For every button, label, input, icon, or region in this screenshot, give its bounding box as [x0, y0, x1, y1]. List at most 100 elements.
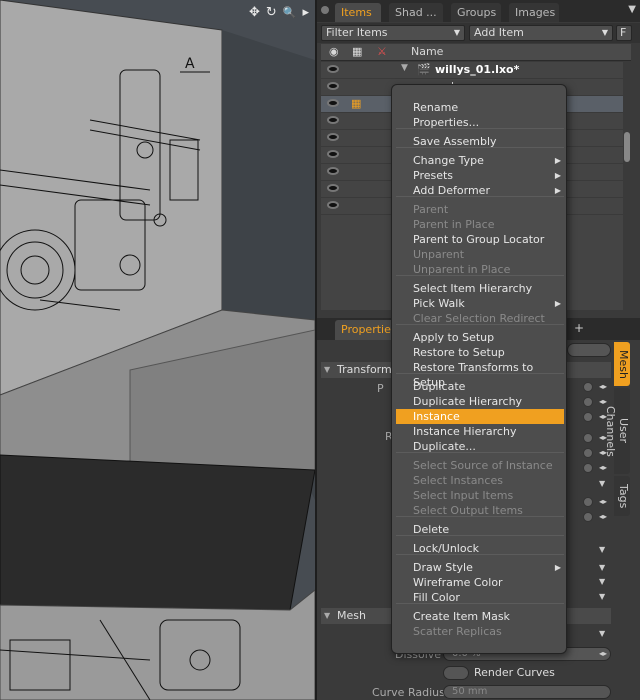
side-tab-user-channels[interactable]: User Channels: [604, 388, 630, 474]
items-tabbar: Items Shad ... Groups Images ▼: [317, 0, 640, 22]
stepper-arrows-icon[interactable]: ◂▸: [599, 381, 609, 393]
dropdown-arrow-icon[interactable]: ▼: [599, 562, 609, 574]
curve-radius-field[interactable]: 50 mm: [443, 685, 611, 699]
rotate-icon[interactable]: ↻: [266, 6, 277, 20]
stepper-arrows-icon[interactable]: ◂▸: [599, 396, 609, 408]
tabs-more-icon[interactable]: ▼: [628, 4, 636, 15]
stepper-arrows-icon[interactable]: ◂▸: [599, 496, 609, 508]
menu-item-duplicate[interactable]: Duplicate: [396, 379, 564, 394]
locator-column-icon[interactable]: ⚔: [377, 45, 387, 58]
eye-icon[interactable]: [327, 150, 339, 158]
eye-icon[interactable]: [327, 82, 339, 90]
animation-key-icon[interactable]: [583, 463, 593, 473]
dropdown-arrow-icon[interactable]: ▼: [599, 576, 609, 588]
3d-viewport[interactable]: A ✥ ↻ 🔍 ▸: [0, 0, 315, 700]
panel-pin-icon[interactable]: [321, 6, 329, 14]
menu-item-duplicate[interactable]: Duplicate...: [396, 439, 564, 454]
menu-item-label: Presets: [413, 169, 454, 182]
menu-item-restore-transforms-to-setup[interactable]: Restore Transforms to Setup: [396, 360, 564, 389]
submenu-arrow-icon: ▶: [554, 171, 561, 180]
scrollbar-thumb[interactable]: [624, 132, 630, 162]
side-tab-mesh[interactable]: Mesh: [614, 342, 630, 386]
mesh-item-icon: ▦: [351, 97, 362, 110]
menu-item-properties[interactable]: Properties...: [396, 115, 564, 130]
filter-f-button[interactable]: F: [616, 25, 632, 41]
tab-properties[interactable]: Properties: [335, 320, 397, 340]
menu-item-restore-to-setup[interactable]: Restore to Setup: [396, 345, 564, 360]
tab-groups[interactable]: Groups: [451, 3, 501, 22]
add-item-dropdown[interactable]: Add Item ▼: [469, 25, 613, 41]
stepper-arrows-icon[interactable]: ◂▸: [599, 462, 609, 474]
stepper-arrows-icon[interactable]: ◂▸: [599, 648, 609, 660]
side-tab-tags[interactable]: Tags: [614, 476, 630, 516]
menu-item-delete[interactable]: Delete: [396, 522, 564, 537]
menu-item-label: Save Assembly: [413, 135, 497, 148]
eye-icon[interactable]: [327, 184, 339, 192]
animation-key-icon[interactable]: [583, 497, 593, 507]
item-name-field[interactable]: [567, 343, 611, 357]
menu-item-presets[interactable]: Presets ▶: [396, 168, 564, 183]
animation-key-icon[interactable]: [583, 512, 593, 522]
menu-item-add-deformer[interactable]: Add Deformer ▶: [396, 183, 564, 198]
list-item[interactable]: ▼ 🎬 willys_01.lxo*: [321, 62, 631, 79]
eye-icon[interactable]: [327, 65, 339, 73]
menu-item-save-assembly[interactable]: Save Assembly: [396, 134, 564, 149]
render-column-icon[interactable]: ▦: [352, 45, 362, 58]
menu-item-label: Select Source of Instance: [413, 459, 553, 472]
menu-item-instance[interactable]: Instance: [396, 409, 564, 424]
render-curves-toggle[interactable]: [443, 666, 469, 680]
menu-item-create-item-mask[interactable]: Create Item Mask: [396, 609, 564, 624]
menu-item-label: Clear Selection Redirect: [413, 312, 545, 325]
menu-item-select-item-hierarchy[interactable]: Select Item Hierarchy: [396, 281, 564, 296]
animation-key-icon[interactable]: [583, 397, 593, 407]
dropdown-arrow-icon[interactable]: ▼: [599, 591, 609, 603]
menu-item-label: Lock/Unlock: [413, 542, 480, 555]
filter-items-dropdown[interactable]: Filter Items ▼: [321, 25, 465, 41]
menu-item-duplicate-hierarchy[interactable]: Duplicate Hierarchy: [396, 394, 564, 409]
list-scrollbar[interactable]: [623, 62, 631, 310]
menu-item-parent-to-group-locator[interactable]: Parent to Group Locator: [396, 232, 564, 247]
eye-icon[interactable]: [327, 201, 339, 209]
menu-item-wireframe-color[interactable]: Wireframe Color: [396, 575, 564, 590]
tab-images[interactable]: Images: [509, 3, 559, 22]
animation-key-icon[interactable]: [583, 448, 593, 458]
stepper-arrows-icon[interactable]: ◂▸: [599, 411, 609, 423]
eye-icon[interactable]: [327, 133, 339, 141]
dropdown-arrow-icon[interactable]: ▼: [599, 544, 609, 556]
menu-item-label: Draw Style: [413, 561, 473, 574]
tab-items[interactable]: Items: [335, 3, 381, 22]
zoom-icon[interactable]: 🔍: [283, 6, 297, 20]
add-tab-icon[interactable]: +: [574, 321, 584, 335]
menu-item-lock-unlock[interactable]: Lock/Unlock: [396, 541, 564, 556]
menu-item-fill-color[interactable]: Fill Color: [396, 590, 564, 605]
stepper-arrows-icon[interactable]: ◂▸: [599, 511, 609, 523]
menu-item-instance-hierarchy[interactable]: Instance Hierarchy: [396, 424, 564, 439]
animation-key-icon[interactable]: [583, 433, 593, 443]
menu-item-change-type[interactable]: Change Type ▶: [396, 153, 564, 168]
viewport-scene[interactable]: A: [0, 0, 315, 700]
dropdown-arrow-icon[interactable]: ▼: [599, 628, 609, 640]
visibility-column-icon[interactable]: ◉: [329, 45, 339, 58]
animation-key-icon[interactable]: [583, 412, 593, 422]
menu-item-label: Instance: [413, 410, 460, 423]
dropdown-arrow-icon[interactable]: ▼: [599, 478, 609, 490]
stepper-arrows-icon[interactable]: ◂▸: [599, 447, 609, 459]
menu-item-rename[interactable]: Rename: [396, 100, 564, 115]
eye-icon[interactable]: [327, 116, 339, 124]
menu-item-pick-walk[interactable]: Pick Walk ▶: [396, 296, 564, 311]
animation-key-icon[interactable]: [583, 382, 593, 392]
expand-triangle-icon[interactable]: ▼: [401, 63, 408, 73]
chevron-right-icon[interactable]: ▸: [302, 6, 309, 20]
name-column-header[interactable]: Name: [411, 45, 443, 58]
menu-item-label: Unparent: [413, 248, 465, 261]
stepper-arrows-icon[interactable]: ◂▸: [599, 432, 609, 444]
tab-shading[interactable]: Shad ...: [389, 3, 443, 22]
menu-item-label: Delete: [413, 523, 450, 536]
move-icon[interactable]: ✥: [249, 6, 260, 20]
menu-item-label: Duplicate...: [413, 440, 476, 453]
render-curves-label: Render Curves: [474, 666, 555, 679]
menu-item-draw-style[interactable]: Draw Style ▶: [396, 560, 564, 575]
eye-icon[interactable]: [327, 167, 339, 175]
menu-item-apply-to-setup[interactable]: Apply to Setup: [396, 330, 564, 345]
eye-icon[interactable]: [327, 99, 339, 107]
